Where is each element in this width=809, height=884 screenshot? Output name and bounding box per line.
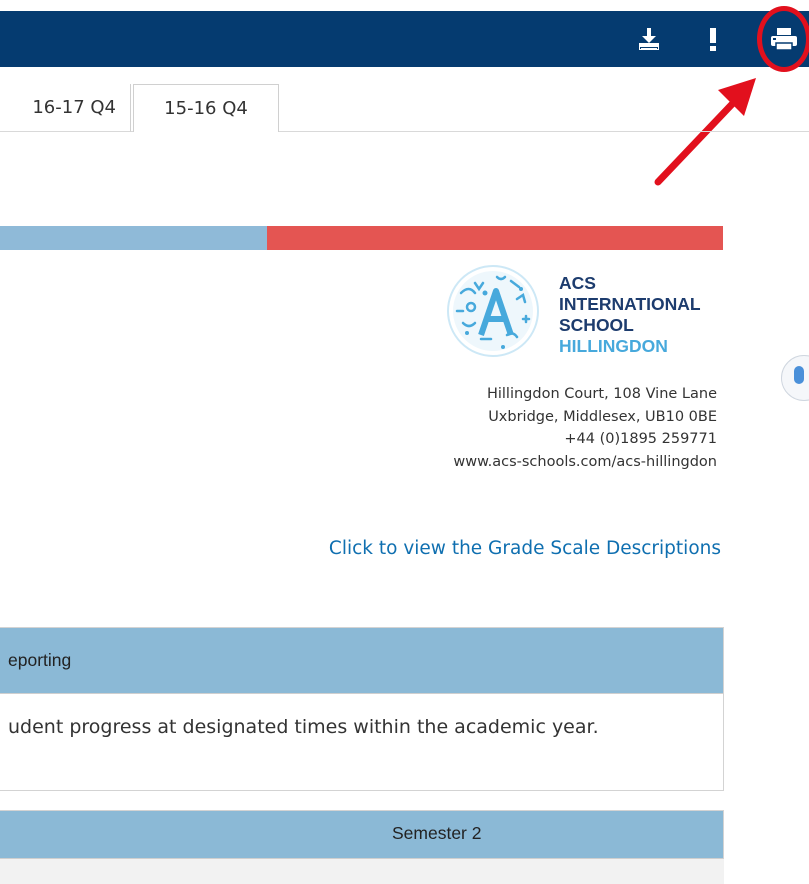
school-name-line: INTERNATIONAL	[559, 294, 701, 314]
reporting-panel-title: eporting	[8, 650, 72, 670]
reporting-panel-text: udent progress at designated times withi…	[8, 716, 599, 738]
website-url: www.acs-schools.com/acs-hillingdon	[453, 453, 717, 470]
top-toolbar	[0, 11, 809, 67]
school-name-line: HILLINGDON	[559, 336, 668, 356]
school-name-line: ACS	[559, 273, 596, 293]
reporting-panel-header: eporting	[0, 628, 723, 694]
school-name-line: SCHOOL	[559, 315, 634, 335]
address-line: Uxbridge, Middlesex, UB10 0BE	[488, 408, 717, 425]
school-logo: ACS INTERNATIONAL SCHOOL HILLINGDON	[441, 263, 721, 363]
school-emblem-icon	[447, 265, 539, 357]
address-line: Hillingdon Court, 108 Vine Lane	[486, 386, 717, 402]
grade-scale-link[interactable]: Click to view the Grade Scale Descriptio…	[329, 538, 721, 559]
reporting-panel: eporting udent progress at designated ti…	[0, 627, 724, 791]
semester-panel-header: Semester 2	[0, 811, 723, 859]
tab-15-16-q4[interactable]: 15-16 Q4	[133, 84, 279, 132]
phone-number: +44 (0)1895 259771	[564, 431, 717, 447]
tab-16-17-q4[interactable]: 16-17 Q4	[0, 84, 131, 132]
microphone-icon	[794, 366, 804, 384]
report-tabs: 16-17 Q4 15-16 Q4	[0, 84, 809, 132]
school-address: Hillingdon Court, 108 Vine Lane Uxbridge…	[453, 383, 717, 473]
color-bar-blue	[0, 226, 267, 250]
print-icon[interactable]	[767, 25, 801, 53]
color-bar-red	[267, 226, 723, 250]
alert-icon[interactable]	[703, 25, 723, 53]
microphone-button[interactable]	[781, 355, 809, 401]
download-icon[interactable]	[636, 25, 662, 53]
semester-panel: Semester 2	[0, 810, 724, 884]
semester-title: Semester 2	[392, 823, 482, 843]
semester-panel-row	[0, 859, 724, 884]
school-name: ACS INTERNATIONAL SCHOOL HILLINGDON	[559, 273, 701, 357]
